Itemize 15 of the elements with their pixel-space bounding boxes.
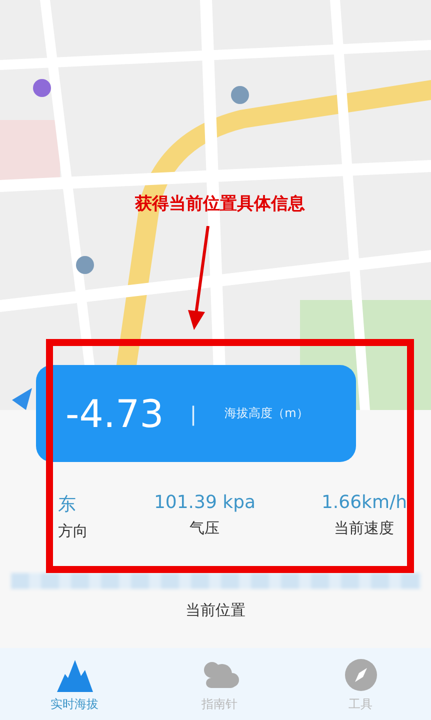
nav-tab[interactable]: 实时海拔 — [50, 648, 98, 720]
annotation-text: 获得当前位置具体信息 — [135, 193, 305, 215]
location-label: 当前位置 — [186, 601, 246, 620]
mountain-icon — [54, 658, 94, 692]
nav-tab[interactable]: 工具 — [340, 648, 380, 720]
separator: | — [190, 402, 197, 426]
stat-label: 方向 — [58, 522, 88, 541]
stat-value: 1.66km/h — [321, 492, 407, 513]
stat-value: 东 — [58, 493, 76, 516]
altitude-label: 海拔高度（m） — [224, 405, 308, 422]
nav-tab[interactable]: 指南针 — [200, 648, 240, 720]
stat-label: 气压 — [190, 519, 220, 538]
altitude-value: -4.73 — [66, 392, 164, 436]
stat-value: 101.39 kpa — [154, 492, 256, 513]
stat-label: 当前速度 — [334, 519, 394, 538]
